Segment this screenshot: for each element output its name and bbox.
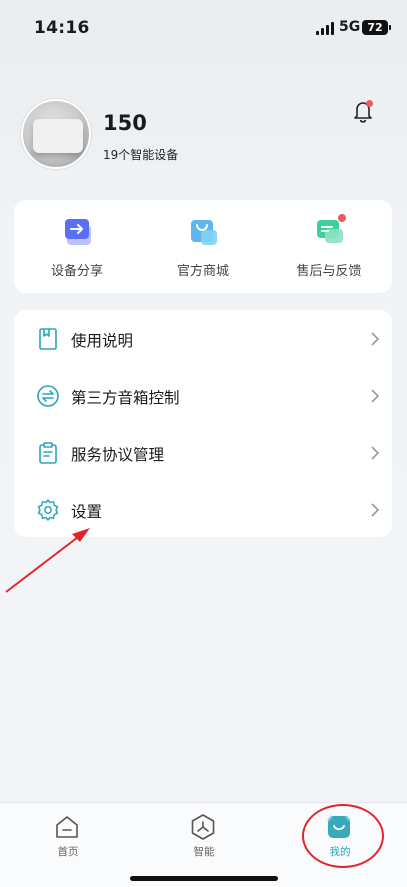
chevron-right-icon (371, 503, 380, 517)
signal-icon (316, 22, 334, 35)
menu-item-label: 设置 (71, 503, 103, 521)
menu-item-label: 使用说明 (71, 332, 134, 350)
shortcut-label: 官方商城 (176, 264, 229, 279)
shortcut-card: 设备分享 官方商城 售后与反馈 (14, 200, 392, 293)
notification-dot (366, 100, 373, 107)
chevron-right-icon (371, 389, 380, 403)
home-indicator (130, 876, 278, 881)
menu-item-user-manual[interactable]: 使用说明 (14, 310, 392, 367)
transfer-arrows-icon (37, 385, 59, 407)
shortcut-device-share[interactable]: 设备分享 (14, 200, 140, 293)
network-label: 5G (339, 19, 361, 35)
gear-icon (37, 499, 59, 521)
user-name[interactable]: 150 (103, 111, 147, 135)
share-device-icon (65, 219, 91, 245)
tab-bar: 首页 智能 我的 (0, 802, 407, 887)
my-profile-icon (327, 815, 351, 838)
avatar[interactable] (21, 99, 91, 169)
tab-label: 我的 (329, 846, 351, 858)
shortcut-official-store[interactable]: 官方商城 (140, 200, 266, 293)
shopping-bag-icon (191, 220, 217, 245)
smart-hexagon-icon (191, 814, 215, 840)
tab-label: 智能 (193, 846, 215, 858)
shortcut-after-sales-feedback[interactable]: 售后与反馈 (266, 200, 392, 293)
status-time: 14:16 (34, 18, 90, 38)
tab-my[interactable]: 我的 (272, 803, 407, 873)
menu-item-label: 服务协议管理 (71, 446, 165, 464)
device-count: 19个智能设备 (103, 148, 179, 162)
menu-item-third-party-speaker[interactable]: 第三方音箱控制 (14, 367, 392, 424)
battery-icon: 72 (362, 20, 391, 35)
status-bar: 14:16 5G 72 (0, 0, 407, 56)
shortcut-label: 售后与反馈 (296, 264, 362, 279)
chevron-right-icon (371, 446, 380, 460)
menu-item-settings[interactable]: 设置 (14, 481, 392, 538)
clipboard-icon (39, 442, 57, 464)
home-icon (56, 816, 78, 838)
tab-smart[interactable]: 智能 (136, 803, 272, 873)
manual-book-icon (39, 328, 57, 350)
chevron-right-icon (371, 332, 380, 346)
menu-item-service-agreement[interactable]: 服务协议管理 (14, 424, 392, 481)
menu-item-label: 第三方音箱控制 (71, 389, 180, 407)
menu-card: 使用说明 第三方音箱控制 服务协议管理 设置 (14, 310, 392, 537)
notification-dot (338, 214, 346, 222)
tab-label: 首页 (57, 846, 79, 858)
tab-home[interactable]: 首页 (0, 803, 136, 873)
shortcut-label: 设备分享 (50, 264, 103, 279)
